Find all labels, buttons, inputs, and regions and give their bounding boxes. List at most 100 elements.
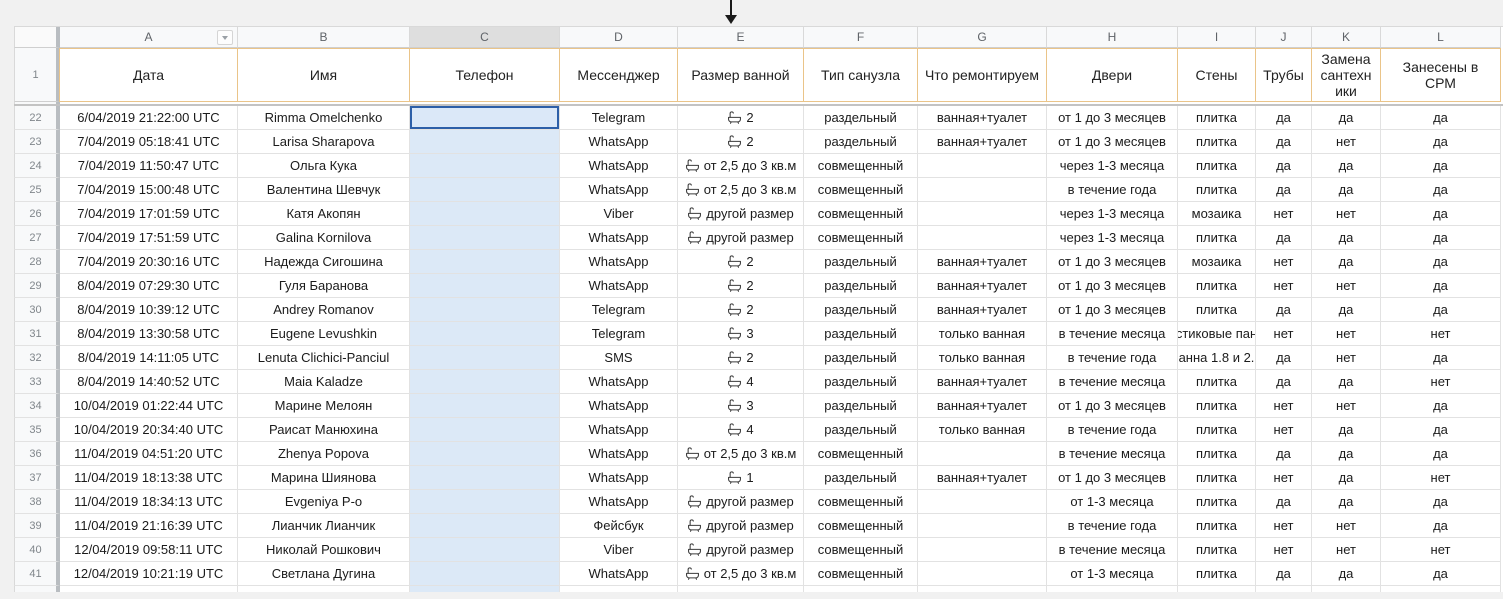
cell-D27[interactable]: WhatsApp	[560, 226, 678, 250]
row-number-32[interactable]: 32	[14, 346, 60, 370]
cell-K31[interactable]: нет	[1312, 322, 1381, 346]
row-number-29[interactable]: 29	[14, 274, 60, 298]
cell-I31[interactable]: стиковые пан	[1178, 322, 1256, 346]
column-title-B[interactable]: Имя	[237, 48, 410, 102]
cell-E33[interactable]: 4	[678, 370, 804, 394]
row-number-1[interactable]: 1	[14, 48, 60, 102]
cell-D24[interactable]: WhatsApp	[560, 154, 678, 178]
cell-J23[interactable]: да	[1256, 130, 1312, 154]
cell-F41[interactable]: совмещенный	[804, 562, 918, 586]
cell-F33[interactable]: раздельный	[804, 370, 918, 394]
cell-B24[interactable]: Ольга Кука	[238, 154, 410, 178]
cell-F23[interactable]: раздельный	[804, 130, 918, 154]
cell-C22[interactable]	[410, 106, 560, 130]
cell-I24[interactable]: плитка	[1178, 154, 1256, 178]
cell-B31[interactable]: Eugene Levushkin	[238, 322, 410, 346]
cell-E38[interactable]: другой размер	[678, 490, 804, 514]
cell-G37[interactable]: ванная+туалет	[918, 466, 1047, 490]
cell-I38[interactable]: плитка	[1178, 490, 1256, 514]
column-title-K[interactable]: Замена сантехники	[1311, 48, 1381, 102]
cell-C26[interactable]	[410, 202, 560, 226]
cell-E28[interactable]: 2	[678, 250, 804, 274]
cell-L30[interactable]: да	[1381, 298, 1501, 322]
cell-L34[interactable]: да	[1381, 394, 1501, 418]
column-header-C[interactable]: C	[410, 27, 560, 48]
column-title-C[interactable]: Телефон	[409, 48, 560, 102]
row-number-33[interactable]: 33	[14, 370, 60, 394]
cell-B36[interactable]: Zhenya Popova	[238, 442, 410, 466]
cell-I36[interactable]: плитка	[1178, 442, 1256, 466]
cell-C38[interactable]	[410, 490, 560, 514]
cell-G38[interactable]	[918, 490, 1047, 514]
cell-H37[interactable]: от 1 до 3 месяцев	[1047, 466, 1178, 490]
cell-L28[interactable]: да	[1381, 250, 1501, 274]
cell-I27[interactable]: плитка	[1178, 226, 1256, 250]
cell-L37[interactable]: нет	[1381, 466, 1501, 490]
cell-H38[interactable]: от 1-3 месяца	[1047, 490, 1178, 514]
row-number-39[interactable]: 39	[14, 514, 60, 538]
column-header-L[interactable]: L	[1381, 27, 1501, 48]
cell-J24[interactable]: да	[1256, 154, 1312, 178]
cell-K30[interactable]: да	[1312, 298, 1381, 322]
cell-F37[interactable]: раздельный	[804, 466, 918, 490]
cell-L32[interactable]: да	[1381, 346, 1501, 370]
row-number-22[interactable]: 22	[14, 106, 60, 130]
cell-K25[interactable]: да	[1312, 178, 1381, 202]
cell-B30[interactable]: Andrey Romanov	[238, 298, 410, 322]
cell-G29[interactable]: ванная+туалет	[918, 274, 1047, 298]
cell-K39[interactable]: нет	[1312, 514, 1381, 538]
cell-L40[interactable]: нет	[1381, 538, 1501, 562]
cell-F30[interactable]: раздельный	[804, 298, 918, 322]
cell-G31[interactable]: только ванная	[918, 322, 1047, 346]
cell-L41[interactable]: да	[1381, 562, 1501, 586]
cell-H36[interactable]: в течение месяца	[1047, 442, 1178, 466]
row-number-36[interactable]: 36	[14, 442, 60, 466]
cell-E22[interactable]: 2	[678, 106, 804, 130]
cell-G26[interactable]	[918, 202, 1047, 226]
cell-C34[interactable]	[410, 394, 560, 418]
row-number-28[interactable]: 28	[14, 250, 60, 274]
cell-E39[interactable]: другой размер	[678, 514, 804, 538]
cell-D34[interactable]: WhatsApp	[560, 394, 678, 418]
cell-C29[interactable]	[410, 274, 560, 298]
cell-E29[interactable]: 2	[678, 274, 804, 298]
cell-E34[interactable]: 3	[678, 394, 804, 418]
cell-A34[interactable]: 10/04/2019 01:22:44 UTC	[60, 394, 238, 418]
cell-J40[interactable]: нет	[1256, 538, 1312, 562]
cell-F24[interactable]: совмещенный	[804, 154, 918, 178]
cell-H32[interactable]: в течение года	[1047, 346, 1178, 370]
row-number-24[interactable]: 24	[14, 154, 60, 178]
cell-E23[interactable]: 2	[678, 130, 804, 154]
cell-F31[interactable]: раздельный	[804, 322, 918, 346]
cell-E37[interactable]: 1	[678, 466, 804, 490]
cell-L35[interactable]: да	[1381, 418, 1501, 442]
cell-C28[interactable]	[410, 250, 560, 274]
cell-A28[interactable]: 7/04/2019 20:30:16 UTC	[60, 250, 238, 274]
cell-I25[interactable]: плитка	[1178, 178, 1256, 202]
cell-B27[interactable]: Galina Kornilova	[238, 226, 410, 250]
cell-J37[interactable]: нет	[1256, 466, 1312, 490]
cell-D25[interactable]: WhatsApp	[560, 178, 678, 202]
cell-D37[interactable]: WhatsApp	[560, 466, 678, 490]
cell-B28[interactable]: Надежда Сигошина	[238, 250, 410, 274]
cell-I30[interactable]: плитка	[1178, 298, 1256, 322]
column-title-A[interactable]: Дата	[59, 48, 238, 102]
row-number-31[interactable]: 31	[14, 322, 60, 346]
column-a-dropdown-button[interactable]	[217, 30, 233, 45]
cell-F28[interactable]: раздельный	[804, 250, 918, 274]
cell-J38[interactable]: да	[1256, 490, 1312, 514]
cell-A40[interactable]: 12/04/2019 09:58:11 UTC	[60, 538, 238, 562]
cell-H40[interactable]: в течение месяца	[1047, 538, 1178, 562]
cell-A22[interactable]: 6/04/2019 21:22:00 UTC	[60, 106, 238, 130]
cell-C35[interactable]	[410, 418, 560, 442]
cell-J31[interactable]: нет	[1256, 322, 1312, 346]
cell-B40[interactable]: Николай Рошкович	[238, 538, 410, 562]
cell-L22[interactable]: да	[1381, 106, 1501, 130]
cell-D36[interactable]: WhatsApp	[560, 442, 678, 466]
cell-B39[interactable]: Лианчик Лианчик	[238, 514, 410, 538]
cell-F34[interactable]: раздельный	[804, 394, 918, 418]
cell-A35[interactable]: 10/04/2019 20:34:40 UTC	[60, 418, 238, 442]
cell-C25[interactable]	[410, 178, 560, 202]
cell-A31[interactable]: 8/04/2019 13:30:58 UTC	[60, 322, 238, 346]
cell-B25[interactable]: Валентина Шевчук	[238, 178, 410, 202]
